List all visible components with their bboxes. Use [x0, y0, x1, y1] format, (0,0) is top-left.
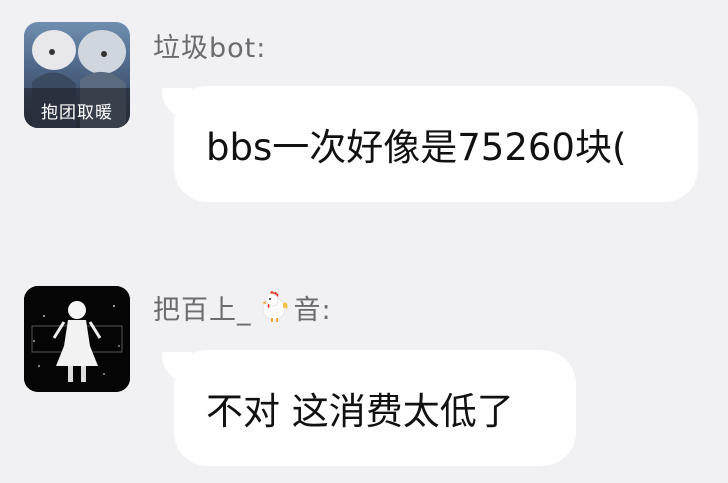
- message-bubble[interactable]: 不对 这消费太低了: [174, 350, 576, 466]
- avatar[interactable]: [24, 286, 130, 392]
- rooster-icon: [256, 289, 290, 330]
- avatar-illustration-icon: [24, 286, 130, 392]
- message-text[interactable]: 不对 这消费太低了: [206, 381, 514, 435]
- chat-message: 把百上_ 音: 不对 这消费太低了: [0, 0, 728, 483]
- sender-name: 把百上_ 音:: [153, 288, 332, 330]
